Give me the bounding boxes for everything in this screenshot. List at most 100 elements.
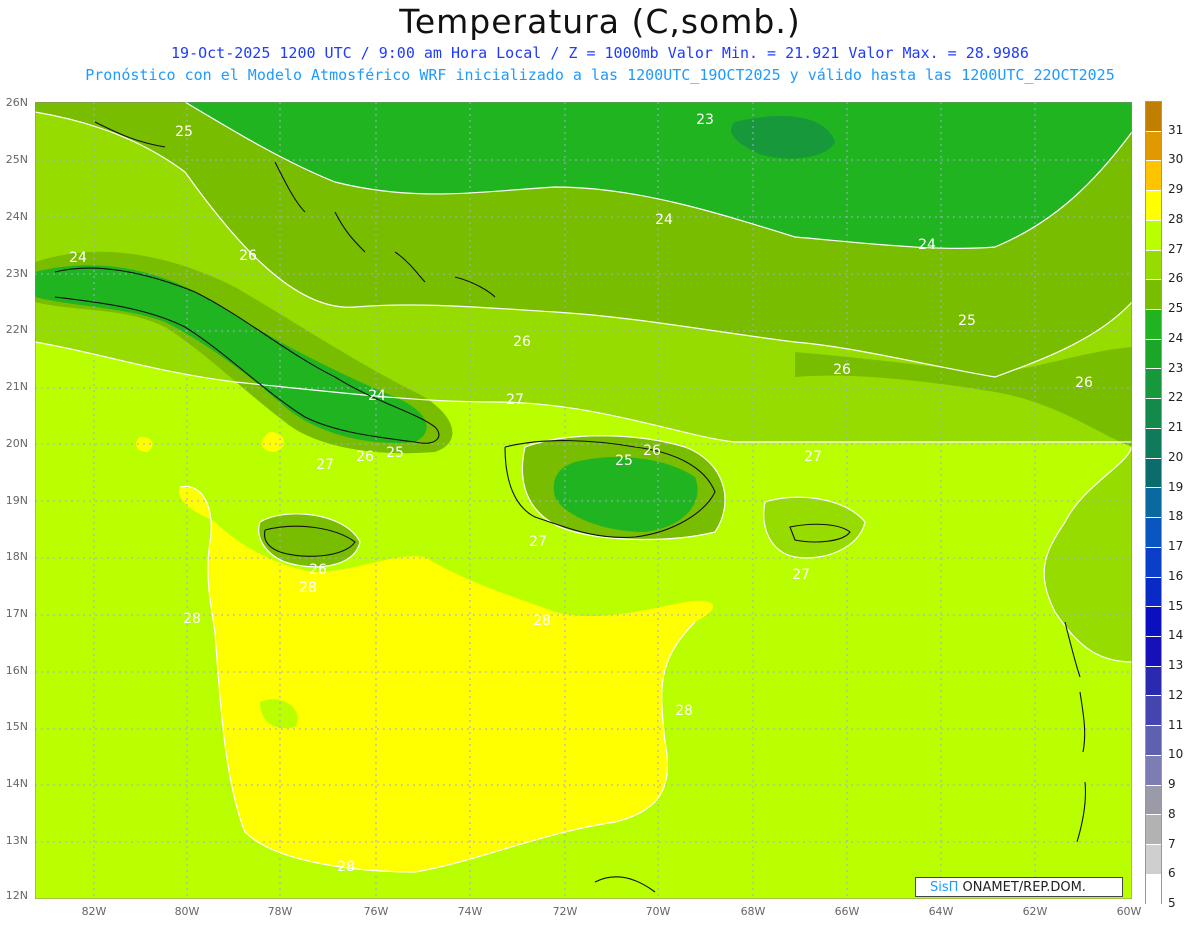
colorbar-label: 7 (1168, 836, 1176, 851)
colorbar-swatch (1146, 131, 1161, 162)
colorbar-label: 30 (1168, 152, 1184, 167)
colorbar-label: 14 (1168, 628, 1184, 643)
contour-label: 25 (958, 313, 976, 329)
colorbar-label: 16 (1168, 568, 1184, 583)
colorbar-label: 31 (1168, 122, 1184, 137)
colorbar-swatch (1146, 815, 1161, 845)
lat-label: 13N (5, 834, 28, 847)
colorbar-swatch (1146, 280, 1161, 311)
colorbar-label: 24 (1168, 330, 1184, 345)
contour-label: 27 (529, 534, 547, 550)
lon-label: 64W (928, 905, 954, 918)
contour-label: 25 (175, 124, 193, 140)
colorbar-swatch (1146, 726, 1161, 756)
credit-brand: SisΠ (930, 880, 959, 895)
colorbar-swatch (1146, 547, 1161, 578)
colorbar-label: 13 (1168, 658, 1184, 673)
colorbar-swatch (1146, 844, 1161, 875)
colorbar-swatch (1146, 220, 1161, 251)
colorbar-label: 23 (1168, 360, 1184, 375)
lon-label: 78W (267, 905, 293, 918)
lat-label: 20N (5, 437, 28, 450)
temperature-map (35, 102, 1132, 899)
colorbar-swatch (1146, 399, 1161, 429)
contour-label: 28 (337, 859, 355, 875)
lon-label: 60W (1116, 905, 1142, 918)
colorbar-swatch (1146, 518, 1161, 548)
contour-label: 26 (643, 443, 661, 459)
colorbar-swatch (1146, 785, 1161, 816)
lon-label: 80W (174, 905, 200, 918)
colorbar-swatch (1146, 874, 1161, 905)
lon-label: 68W (740, 905, 766, 918)
lon-label: 76W (363, 905, 389, 918)
contour-label: 28 (533, 613, 551, 629)
colorbar-label: 15 (1168, 598, 1184, 613)
lon-label: 82W (81, 905, 107, 918)
colorbar-swatch (1146, 369, 1161, 400)
contour-label: 28 (183, 611, 201, 627)
colorbar-label: 27 (1168, 241, 1184, 256)
lon-label: 62W (1022, 905, 1048, 918)
colorbar-label: 5 (1168, 896, 1176, 910)
lat-label: 25N (5, 153, 28, 166)
contour-label: 26 (356, 449, 374, 465)
colorbar-swatch (1146, 339, 1161, 370)
colorbar-label: 10 (1168, 747, 1184, 762)
colorbar-swatch (1146, 191, 1161, 221)
colorbar-label: 18 (1168, 509, 1184, 524)
contour-label: 23 (696, 112, 714, 128)
lat-label: 14N (5, 777, 28, 790)
contour-label: 27 (792, 567, 810, 583)
lat-label: 22N (5, 323, 28, 336)
contour-label: 28 (675, 703, 693, 719)
contour-label: 25 (386, 445, 404, 461)
contour-label: 26 (833, 362, 851, 378)
lat-label: 19N (5, 494, 28, 507)
colorbar-swatch (1146, 488, 1161, 519)
lon-label: 72W (552, 905, 578, 918)
colorbar-label: 20 (1168, 449, 1184, 464)
colorbar-swatch (1146, 458, 1161, 489)
colorbar-swatch (1146, 310, 1161, 340)
colorbar-swatch (1146, 636, 1161, 667)
contour-label: 24 (368, 388, 386, 404)
colorbar-label: 6 (1168, 866, 1176, 881)
lat-label: 15N (5, 720, 28, 733)
colorbar (1145, 101, 1162, 905)
lon-label: 74W (457, 905, 483, 918)
colorbar-swatch (1146, 102, 1161, 132)
colorbar-swatch (1146, 428, 1161, 459)
lat-label: 21N (5, 380, 28, 393)
credit-box: SisΠ ONAMET/REP.DOM. (915, 877, 1123, 897)
colorbar-label: 17 (1168, 539, 1184, 554)
colorbar-label: 12 (1168, 687, 1184, 702)
colorbar-swatch (1146, 577, 1161, 608)
contour-label: 27 (316, 457, 334, 473)
lon-label: 66W (834, 905, 860, 918)
lat-label: 23N (5, 267, 28, 280)
map-subtitle-valid-time: 19-Oct-2025 1200 UTC / 9:00 am Hora Loca… (171, 44, 1029, 62)
contour-label: 26 (513, 334, 531, 350)
lat-label: 12N (5, 889, 28, 902)
credit-text: ONAMET/REP.DOM. (958, 880, 1086, 895)
contour-label: 26 (1075, 375, 1093, 391)
colorbar-label: 19 (1168, 479, 1184, 494)
colorbar-label: 22 (1168, 390, 1184, 405)
contour-label: 26 (239, 248, 257, 264)
contour-label: 24 (918, 237, 936, 253)
lat-label: 26N (5, 96, 28, 109)
contour-label: 27 (804, 449, 822, 465)
colorbar-swatch (1146, 755, 1161, 786)
colorbar-label: 28 (1168, 211, 1184, 226)
contour-label: 27 (506, 392, 524, 408)
map-title: Temperatura (C,somb.) (399, 2, 801, 41)
colorbar-label: 21 (1168, 420, 1184, 435)
colorbar-label: 8 (1168, 806, 1176, 821)
colorbar-swatch (1146, 607, 1161, 637)
colorbar-label: 29 (1168, 182, 1184, 197)
colorbar-label: 9 (1168, 777, 1176, 792)
contour-label: 24 (69, 250, 87, 266)
contour-label: 24 (655, 212, 673, 228)
map-subtitle-model-info: Pronóstico con el Modelo Atmosférico WRF… (85, 66, 1115, 84)
